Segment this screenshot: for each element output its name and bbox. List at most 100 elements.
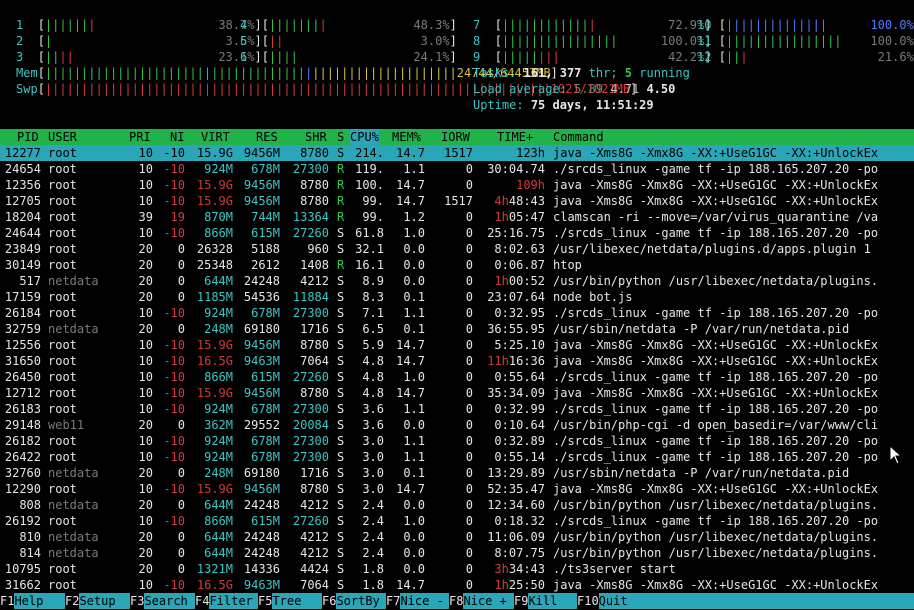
col-pid-header[interactable]: PID xyxy=(17,129,39,145)
process-user: root xyxy=(48,354,77,368)
process-table-header[interactable]: PID USER PRI NI VIRT RES SHR S CPU% MEM% IORW TIME+… xyxy=(0,129,914,145)
process-command: /usr/sbin/netdata -P /var/run/netdata.pi… xyxy=(553,466,850,480)
process-user: netdata xyxy=(48,530,99,544)
fkey-quit-key[interactable]: F10 xyxy=(577,593,599,609)
fkey-nice-key[interactable]: F7 xyxy=(386,593,401,609)
memory-label: Mem xyxy=(16,66,38,80)
col-command-header[interactable]: Command xyxy=(553,129,604,145)
process-virt: 866M xyxy=(204,370,233,384)
process-row[interactable]: 29148 web11 20 0 362M 29552 20084 S 3.6 0.0 0 0:10.… xyxy=(0,417,914,433)
fkey-kill-key[interactable]: F9 xyxy=(514,593,529,609)
cpu-meter-bar: ||||||| xyxy=(45,18,96,32)
process-row[interactable]: 814 netdata 20 0 644M 24248 4212 S 2.4 0.0 0 8:07.7… xyxy=(0,545,914,561)
col-virt-header[interactable]: VIRT xyxy=(201,129,230,145)
process-row[interactable]: 31662 root 10 -10 16.5G 9463M 7064 S 1.8 14.7 0 1h2… xyxy=(0,577,914,593)
process-state: S xyxy=(337,290,345,304)
process-row[interactable]: 808 netdata 20 0 644M 24248 4212 S 2.4 0.0 0 12:34.… xyxy=(0,497,914,513)
cpu-meter-percent: 21.6% xyxy=(877,50,914,64)
process-cpu: 2.4 xyxy=(362,530,384,544)
process-cpu: 3.0 xyxy=(362,482,384,496)
process-row[interactable]: 24654 root 10 -10 924M 678M 27300 R 119. 1.1 0 30:0… xyxy=(0,161,914,177)
process-pid: 24644 xyxy=(4,226,41,240)
process-row[interactable]: 12290 root 10 -10 15.9G 9456M 8780 S 3.0 14.7 0 52:… xyxy=(0,481,914,497)
process-command: java -Xms8G -Xmx8G -XX:+UseG1GC -XX:+Unl… xyxy=(553,178,879,192)
fkey-tree-button[interactable]: Tree xyxy=(272,593,322,609)
process-row[interactable]: 12556 root 10 -10 15.9G 9456M 8780 S 5.9 14.7 0 5:2… xyxy=(0,337,914,353)
process-pid: 29148 xyxy=(4,418,41,432)
fkey-search-button[interactable]: Search xyxy=(144,593,195,609)
process-res: 9456M xyxy=(243,482,280,496)
cpu-meter-bar: || xyxy=(269,34,283,48)
process-state: S xyxy=(337,306,345,320)
process-row[interactable]: 26183 root 10 -10 924M 678M 27300 S 3.6 1.1 0 0:32.… xyxy=(0,401,914,417)
process-state: S xyxy=(337,338,345,352)
col-res-header[interactable]: RES xyxy=(256,129,278,145)
process-row[interactable]: 12712 root 10 -10 15.9G 9456M 8780 S 4.8 14.7 0 35:… xyxy=(0,385,914,401)
process-row[interactable]: 26192 root 10 -10 866M 615M 27260 S 2.4 1.0 0 0:18.… xyxy=(0,513,914,529)
fkey-help-button[interactable]: Help xyxy=(14,593,65,609)
col-user-header[interactable]: USER xyxy=(48,129,77,145)
fkey-nice-button[interactable]: Nice - xyxy=(400,593,449,609)
process-row[interactable]: 24644 root 10 -10 866M 615M 27260 S 61.8 1.0 0 25:1… xyxy=(0,225,914,241)
process-row[interactable]: 26182 root 10 -10 924M 678M 27300 S 3.0 1.1 0 0:32.… xyxy=(0,433,914,449)
process-mem: 14.7 xyxy=(396,354,425,368)
process-cpu: 3.0 xyxy=(362,466,384,480)
fkey-tree-key[interactable]: F5 xyxy=(258,593,273,609)
process-row[interactable]: 12356 root 10 -10 15.9G 9456M 8780 R 100. 14.7 0 10… xyxy=(0,177,914,193)
fkey-sortby-key[interactable]: F6 xyxy=(322,593,337,609)
col-shr-header[interactable]: SHR xyxy=(305,129,327,145)
process-time: 25:16.75 xyxy=(487,226,545,240)
fkey-help-key[interactable]: F1 xyxy=(0,593,15,609)
process-row[interactable]: 26184 root 10 -10 924M 678M 27300 S 7.1 1.1 0 0:32.… xyxy=(0,305,914,321)
fkey-kill-button[interactable]: Kill xyxy=(528,593,577,609)
process-time: 11h16:36 xyxy=(487,354,545,368)
process-state: R xyxy=(337,162,345,176)
process-row[interactable]: 30149 root 20 0 25348 2612 1408 R 16.1 0.0 0 0:06.8… xyxy=(0,257,914,273)
process-row[interactable]: 32760 netdata 20 0 248M 69180 1716 S 3.0 0.1 0 13:2… xyxy=(0,465,914,481)
fkey-setup-key[interactable]: F2 xyxy=(65,593,80,609)
col-iorw-header[interactable]: IORW xyxy=(441,129,470,145)
process-state: S xyxy=(337,578,345,592)
process-time: 1h25:50 xyxy=(494,578,545,592)
process-state: S xyxy=(337,402,345,416)
fkey-quit-button[interactable]: Quit xyxy=(598,593,914,609)
fkey-setup-button[interactable]: Setup xyxy=(79,593,130,609)
process-row[interactable]: 12705 root 10 -10 15.9G 9456M 8780 R 99. 14.7 1517… xyxy=(0,193,914,209)
col-time-header[interactable]: TIME+ xyxy=(497,129,533,145)
cpu-bar-normal: |||||||||||||||| xyxy=(725,34,842,48)
process-row[interactable]: 12277 root 10 -10 15.9G 9456M 8780 S 214. 14.7 151… xyxy=(0,145,914,161)
col-mem-header[interactable]: MEM% xyxy=(392,129,421,145)
fkey-filter-button[interactable]: Filter xyxy=(209,593,258,609)
load-5: 4.71 xyxy=(610,82,640,96)
process-row[interactable]: 17159 root 20 0 1185M 54536 11884 S 8.3 0.1 0 23:07… xyxy=(0,289,914,305)
process-virt: 248M xyxy=(204,322,233,336)
fkey-nice-button[interactable]: Nice + xyxy=(463,593,514,609)
process-iorw: 0 xyxy=(465,530,473,544)
process-user: root xyxy=(48,402,77,416)
col-state-header[interactable]: S xyxy=(337,129,344,145)
process-priority: 20 xyxy=(138,290,153,304)
col-pri-header[interactable]: PRI xyxy=(129,129,151,145)
fkey-search-key[interactable]: F3 xyxy=(130,593,145,609)
col-ni-header[interactable]: NI xyxy=(170,129,184,145)
process-row[interactable]: 26450 root 10 -10 866M 615M 27260 S 4.8 1.0 0 0:55.… xyxy=(0,369,914,385)
process-command: ./srcds_linux -game tf -ip 188.165.207.2… xyxy=(553,402,879,416)
process-row[interactable]: 26422 root 10 -10 924M 678M 27300 S 3.0 1.1 0 0:55.… xyxy=(0,449,914,465)
col-cpu-header[interactable]: CPU% xyxy=(350,129,379,145)
process-row[interactable]: 32759 netdata 20 0 248M 69180 1716 S 6.5 0.1 0 36:5… xyxy=(0,321,914,337)
fkey-filter-key[interactable]: F4 xyxy=(195,593,210,609)
process-mem: 1.0 xyxy=(403,514,425,528)
process-row[interactable]: 517 netdata 20 0 644M 24248 4212 S 8.9 0.0 0 1h00:5… xyxy=(0,273,914,289)
fkey-nice-key[interactable]: F8 xyxy=(449,593,464,609)
process-row[interactable]: 31650 root 10 -10 16.5G 9463M 7064 S 4.8 14.7 0 11h… xyxy=(0,353,914,369)
process-row[interactable]: 10795 root 20 0 1321M 14336 4424 S 1.8 0.0 0 3h34:4… xyxy=(0,561,914,577)
process-priority: 20 xyxy=(138,498,153,512)
process-row[interactable]: 810 netdata 20 0 644M 24248 4212 S 2.4 0.0 0 11:06.… xyxy=(0,529,914,545)
process-row[interactable]: 18204 root 39 19 870M 744M 13364 R 99. 1.2 0 1h05:4… xyxy=(0,209,914,225)
fkey-sortby-button[interactable]: SortBy xyxy=(336,593,386,609)
process-shr: 13364 xyxy=(292,210,329,224)
process-cpu: 119. xyxy=(355,162,384,176)
process-row[interactable]: 23849 root 20 0 26328 5188 960 S 32.1 0.0 0 8:02.63… xyxy=(0,241,914,257)
process-priority: 20 xyxy=(138,530,153,544)
running-value: 5 xyxy=(624,66,633,80)
